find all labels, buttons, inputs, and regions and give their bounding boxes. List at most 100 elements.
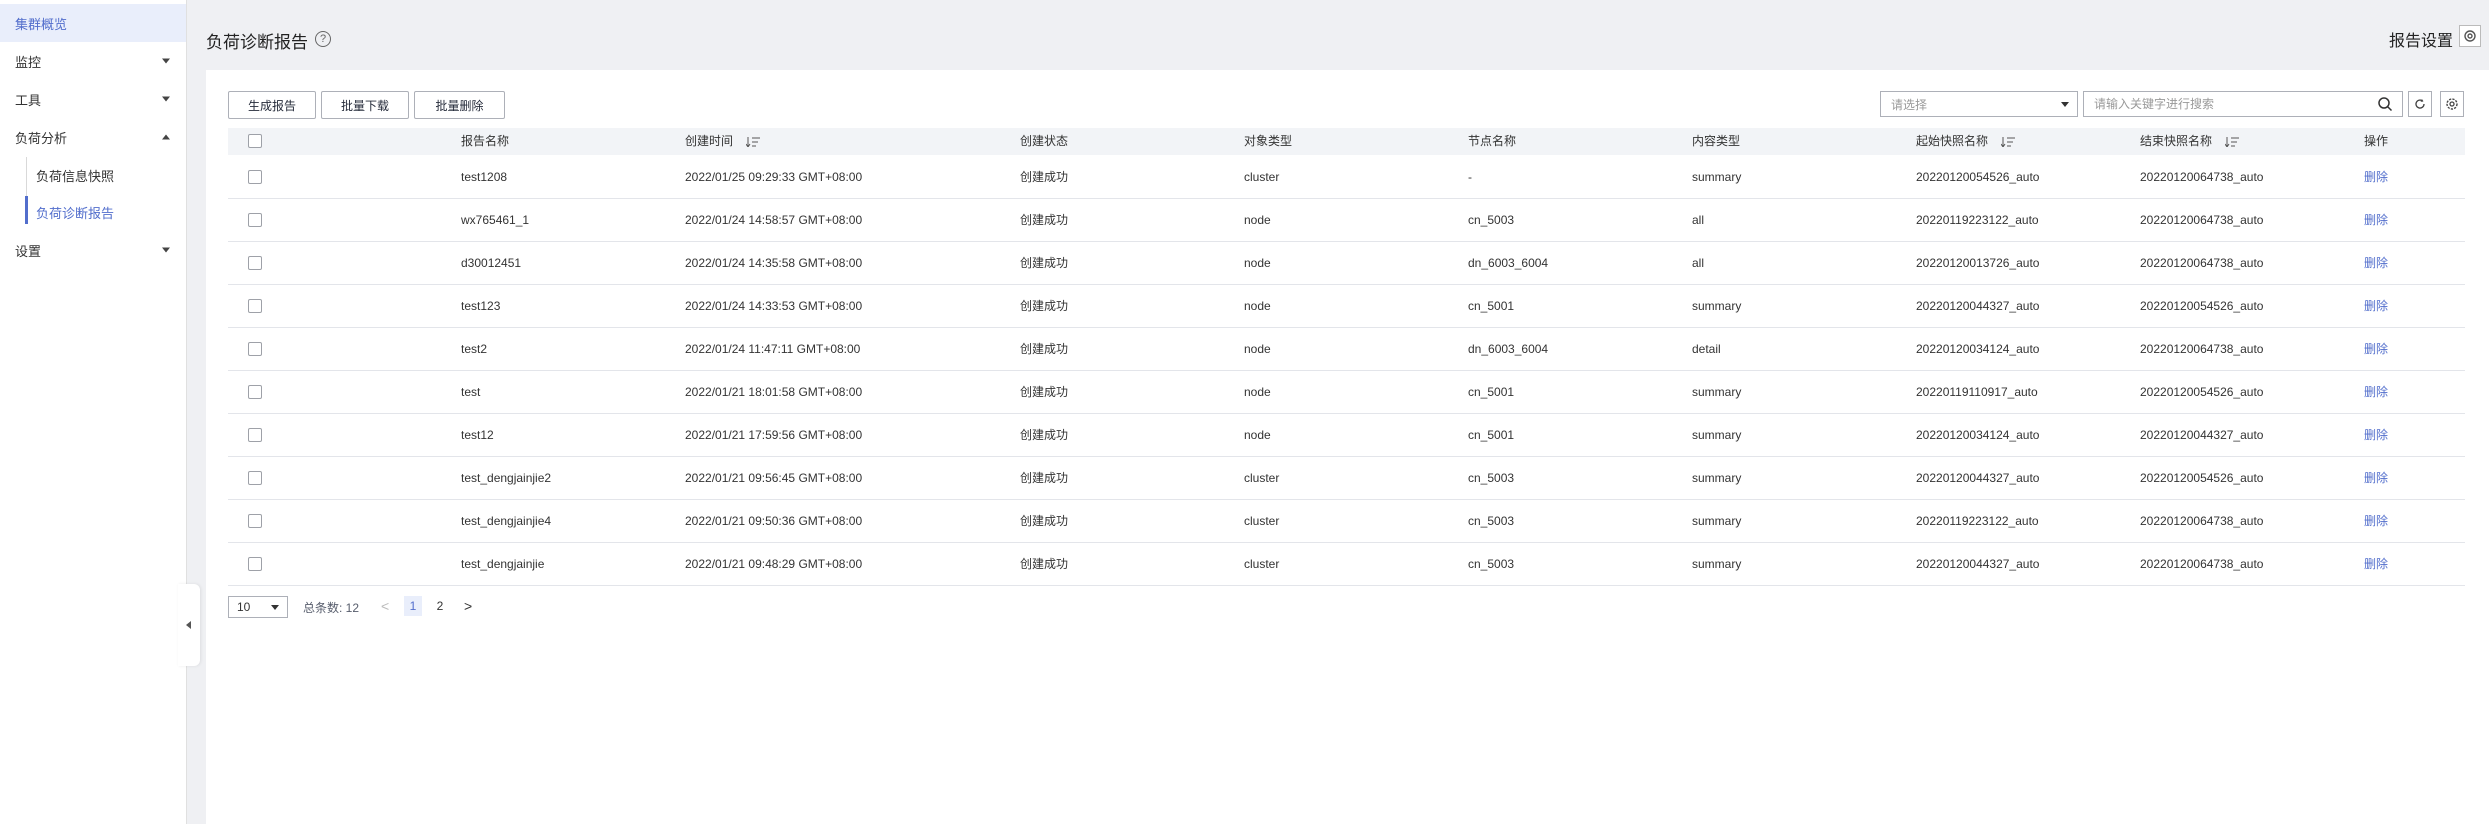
row-divider	[228, 456, 2465, 457]
row-checkbox[interactable]	[248, 471, 262, 485]
delete-link[interactable]: 删除	[2364, 556, 2388, 572]
cell-object-type: cluster	[1244, 514, 1280, 528]
gear-icon	[2446, 98, 2458, 110]
cell-create-time: 2022/01/24 11:47:11 GMT+08:00	[685, 342, 861, 356]
row-checkbox[interactable]	[248, 557, 262, 571]
cell-content-type: detail	[1692, 342, 1721, 356]
cell-object-type: cluster	[1244, 170, 1280, 184]
search-input[interactable]	[2083, 91, 2403, 117]
cell-start-snapshot: 20220120044327_auto	[1916, 557, 2040, 571]
cell-create-time: 2022/01/25 09:29:33 GMT+08:00	[685, 170, 863, 184]
generate-report-button[interactable]: 生成报告	[228, 91, 316, 119]
prev-page-button[interactable]: <	[381, 598, 389, 614]
page-1-button[interactable]: 1	[404, 596, 422, 616]
column-header-content-type: 内容类型	[1692, 134, 1741, 148]
delete-link[interactable]: 删除	[2364, 341, 2388, 357]
cell-create-status: 创建成功	[1020, 213, 1069, 227]
column-header-create-time[interactable]: 创建时间	[685, 128, 761, 155]
sidebar-item-label: 工具	[15, 92, 42, 108]
sidebar-subitem-label: 负荷诊断报告	[36, 205, 115, 221]
sidebar-item-tools[interactable]: 工具	[0, 80, 186, 118]
cell-start-snapshot: 20220119223122_auto	[1916, 514, 2039, 528]
sidebar-collapse-button[interactable]	[178, 584, 200, 666]
sidebar-subitem-load-report[interactable]: 负荷诊断报告	[26, 197, 186, 227]
row-checkbox[interactable]	[248, 213, 262, 227]
sidebar-item-settings[interactable]: 设置	[0, 231, 186, 269]
cell-node-name: cn_5001	[1468, 299, 1515, 313]
cell-start-snapshot: 20220120013726_auto	[1916, 256, 2040, 270]
delete-link[interactable]: 删除	[2364, 169, 2388, 185]
sidebar-item-label: 负荷分析	[15, 130, 68, 146]
cell-content-type: all	[1692, 213, 1705, 227]
page-2-button[interactable]: 2	[431, 596, 449, 616]
sidebar: 集群概览 监控 工具 负荷分析 负荷信息快照 负荷诊断报告 设置	[0, 0, 187, 824]
cell-object-type: node	[1244, 299, 1271, 313]
cell-content-type: summary	[1692, 299, 1742, 313]
report-settings-link[interactable]: 报告设置	[2389, 27, 2453, 51]
sort-icon[interactable]	[2225, 136, 2240, 147]
report-settings-button[interactable]	[2459, 25, 2481, 47]
row-divider	[228, 413, 2465, 414]
filter-select-placeholder: 请选择	[1891, 97, 1928, 112]
cell-object-type: node	[1244, 342, 1271, 356]
search-icon[interactable]	[2377, 96, 2393, 112]
row-checkbox[interactable]	[248, 256, 262, 270]
row-checkbox[interactable]	[248, 170, 262, 184]
sidebar-item-load-analysis[interactable]: 负荷分析	[0, 118, 186, 156]
delete-link[interactable]: 删除	[2364, 212, 2388, 228]
delete-link[interactable]: 删除	[2364, 298, 2388, 314]
sort-icon[interactable]	[746, 136, 761, 147]
batch-download-button[interactable]: 批量下载	[321, 91, 409, 119]
row-checkbox[interactable]	[248, 342, 262, 356]
sidebar-subitem-load-snapshot[interactable]: 负荷信息快照	[26, 160, 186, 190]
delete-link[interactable]: 删除	[2364, 513, 2388, 529]
column-header-end-snapshot[interactable]: 结束快照名称	[2140, 128, 2240, 155]
sidebar-item-cluster-overview[interactable]: 集群概览	[0, 4, 186, 42]
row-divider	[228, 585, 2465, 586]
row-divider	[228, 370, 2465, 371]
cell-report-name: test_dengjainjie2	[461, 471, 552, 485]
cell-start-snapshot: 20220120034124_auto	[1916, 342, 2040, 356]
row-divider	[228, 327, 2465, 328]
delete-link[interactable]: 删除	[2364, 384, 2388, 400]
cell-end-snapshot: 20220120054526_auto	[2140, 299, 2264, 313]
column-header-start-snapshot[interactable]: 起始快照名称	[1916, 128, 2016, 155]
chevron-up-icon	[162, 134, 170, 140]
cell-node-name: cn_5003	[1468, 514, 1515, 528]
cell-end-snapshot: 20220120064738_auto	[2140, 213, 2264, 227]
cell-create-status: 创建成功	[1020, 385, 1069, 399]
page-size-select[interactable]: 10	[228, 596, 288, 618]
cell-report-name: test	[461, 385, 481, 399]
delete-link[interactable]: 删除	[2364, 255, 2388, 271]
row-checkbox[interactable]	[248, 428, 262, 442]
cell-report-name: test_dengjainjie4	[461, 514, 552, 528]
sidebar-item-monitor[interactable]: 监控	[0, 42, 186, 80]
gear-icon	[2464, 30, 2476, 42]
cell-create-status: 创建成功	[1020, 170, 1069, 184]
cell-create-status: 创建成功	[1020, 471, 1069, 485]
delete-link[interactable]: 删除	[2364, 470, 2388, 486]
cell-content-type: summary	[1692, 428, 1742, 442]
column-header-actions: 操作	[2364, 134, 2389, 148]
sort-icon[interactable]	[2001, 136, 2016, 147]
table-settings-button[interactable]	[2440, 91, 2464, 117]
cell-report-name: test1208	[461, 170, 508, 184]
batch-delete-button[interactable]: 批量删除	[414, 91, 505, 119]
select-all-checkbox[interactable]	[248, 134, 262, 148]
refresh-button[interactable]	[2408, 91, 2432, 117]
cell-end-snapshot: 20220120054526_auto	[2140, 471, 2264, 485]
row-divider	[228, 542, 2465, 543]
row-checkbox[interactable]	[248, 514, 262, 528]
cell-report-name: test2	[461, 342, 488, 356]
cell-node-name: cn_5003	[1468, 557, 1515, 571]
column-header-report-name: 报告名称	[461, 134, 510, 148]
cell-start-snapshot: 20220120044327_auto	[1916, 471, 2040, 485]
row-checkbox[interactable]	[248, 385, 262, 399]
help-icon[interactable]: ?	[315, 31, 331, 47]
delete-link[interactable]: 删除	[2364, 427, 2388, 443]
cell-object-type: node	[1244, 256, 1271, 270]
cell-start-snapshot: 20220120054526_auto	[1916, 170, 2040, 184]
filter-select[interactable]: 请选择	[1880, 91, 2078, 117]
next-page-button[interactable]: >	[464, 598, 472, 614]
row-checkbox[interactable]	[248, 299, 262, 313]
